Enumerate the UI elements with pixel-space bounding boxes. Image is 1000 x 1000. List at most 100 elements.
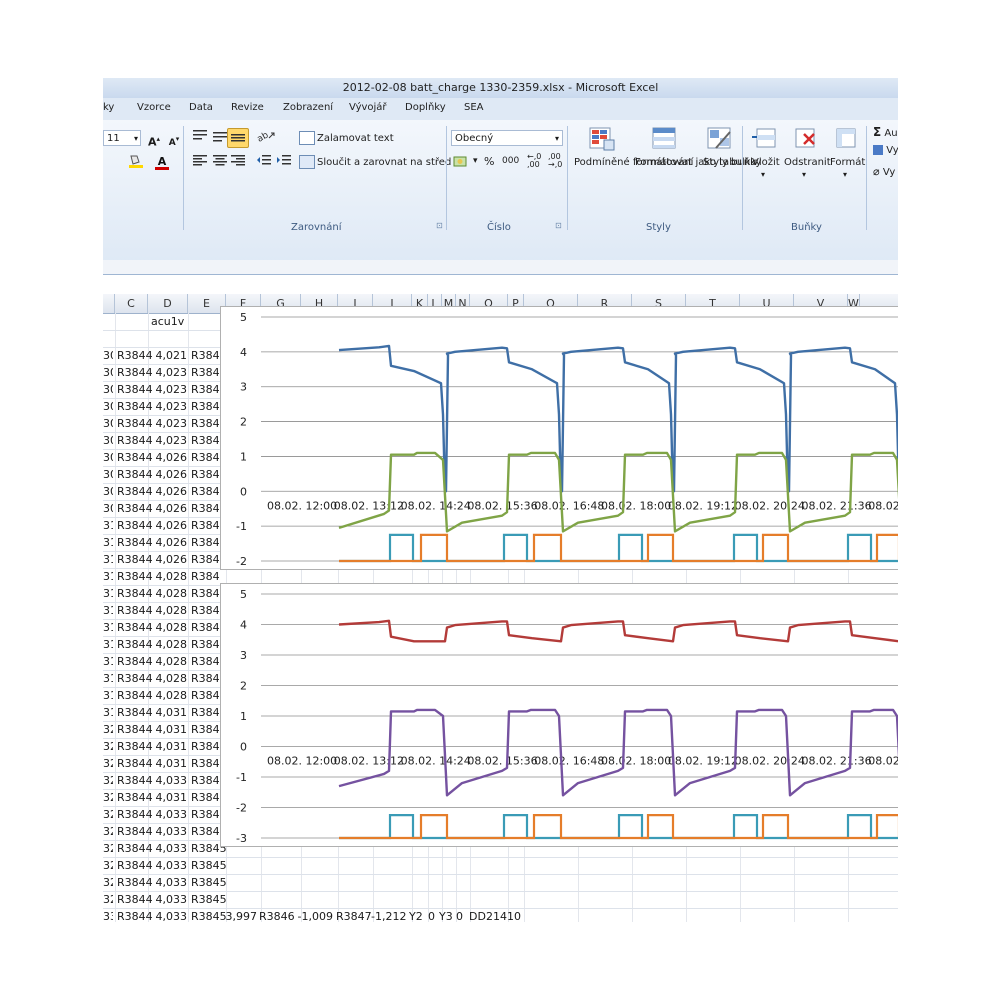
- cell-b[interactable]: 30: [103, 347, 113, 364]
- cell-d[interactable]: 4,033: [151, 806, 188, 823]
- cell-h[interactable]: -1,009: [297, 908, 333, 922]
- cell-c[interactable]: R3844: [117, 364, 153, 381]
- tab-formulas[interactable]: Vzorce: [137, 102, 171, 113]
- cell-c[interactable]: R3844: [117, 381, 153, 398]
- cell-b[interactable]: 30: [103, 364, 113, 381]
- chevron-down-icon[interactable]: ▾: [802, 170, 806, 179]
- cell-c[interactable]: R3844: [117, 891, 153, 908]
- cell-d[interactable]: 4,026: [151, 500, 188, 517]
- cell-e[interactable]: R384: [191, 483, 220, 500]
- dialog-launcher-icon[interactable]: ⊡: [436, 221, 443, 230]
- cell-b[interactable]: 30: [103, 483, 113, 500]
- cell-styles-icon[interactable]: [706, 126, 734, 152]
- cell-c[interactable]: R3844: [117, 823, 153, 840]
- cell-d[interactable]: 4,031: [151, 721, 188, 738]
- clear-button[interactable]: ⌀ Vy: [873, 165, 895, 178]
- tab-developer[interactable]: Vývojář: [349, 102, 387, 113]
- cell-d[interactable]: 4,023: [151, 381, 188, 398]
- format-button[interactable]: Formát: [830, 157, 865, 168]
- dialog-launcher-icon[interactable]: ⊡: [555, 221, 562, 230]
- cell-b[interactable]: 32: [103, 806, 113, 823]
- cell-p[interactable]: 10: [507, 908, 521, 922]
- cell-d[interactable]: 4,033: [151, 857, 188, 874]
- cell-b[interactable]: 32: [103, 789, 113, 806]
- cell-e[interactable]: R384: [191, 500, 220, 517]
- merge-center-button[interactable]: Sloučit a zarovnat na střed ▾: [299, 155, 459, 169]
- cell-d[interactable]: 4,028: [151, 602, 188, 619]
- cell-d[interactable]: 4,023: [151, 432, 188, 449]
- shrink-font-icon[interactable]: A▾: [163, 129, 185, 149]
- cell-b[interactable]: 32: [103, 738, 113, 755]
- cell-m[interactable]: Y3: [439, 908, 453, 922]
- cell-e[interactable]: R384: [191, 602, 220, 619]
- cell-c[interactable]: R3844: [117, 857, 153, 874]
- cell-d[interactable]: 4,028: [151, 653, 188, 670]
- cell-e[interactable]: R384: [191, 619, 220, 636]
- cell-e[interactable]: R384: [191, 636, 220, 653]
- cell-d[interactable]: 4,026: [151, 517, 188, 534]
- cell-b[interactable]: 31: [103, 653, 113, 670]
- insert-button[interactable]: Vložit: [752, 157, 780, 168]
- cell-d[interactable]: 4,031: [151, 755, 188, 772]
- grow-font-icon[interactable]: A▴: [143, 129, 165, 149]
- column-header-b[interactable]: [103, 294, 115, 313]
- cell-b[interactable]: 31: [103, 602, 113, 619]
- align-right-icon[interactable]: [227, 152, 249, 172]
- cell-b[interactable]: 31: [103, 534, 113, 551]
- cell-c[interactable]: R3844: [117, 874, 153, 891]
- cell-n[interactable]: 0: [453, 908, 463, 922]
- cell-d[interactable]: 4,031: [151, 704, 188, 721]
- cell-b[interactable]: 32: [103, 823, 113, 840]
- cell-e[interactable]: R384: [191, 415, 220, 432]
- number-format-combo[interactable]: Obecný ▾: [451, 130, 563, 146]
- cell-b[interactable]: 31: [103, 687, 113, 704]
- column-header-d[interactable]: D: [148, 294, 188, 313]
- tab-home[interactable]: ky: [103, 102, 114, 113]
- cell-c[interactable]: R3844: [117, 840, 153, 857]
- decrease-indent-icon[interactable]: [253, 152, 275, 172]
- cell-f[interactable]: 3,997: [223, 908, 258, 922]
- format-table-icon[interactable]: [651, 126, 679, 152]
- cell-b[interactable]: 32: [103, 857, 113, 874]
- cell-c[interactable]: R3844: [117, 551, 153, 568]
- cell-b[interactable]: 30: [103, 415, 113, 432]
- cell-d[interactable]: 4,026: [151, 449, 188, 466]
- cell-b[interactable]: 30: [103, 500, 113, 517]
- cell-d[interactable]: 4,033: [151, 840, 188, 857]
- increase-indent-icon[interactable]: [273, 152, 295, 172]
- align-top-icon[interactable]: [189, 128, 211, 148]
- currency-icon[interactable]: [451, 153, 473, 173]
- cell-c[interactable]: R3844: [117, 721, 153, 738]
- cell-d[interactable]: 4,023: [151, 398, 188, 415]
- cell-d[interactable]: 4,026: [151, 551, 188, 568]
- cell-d[interactable]: 4,028: [151, 568, 188, 585]
- cell-c[interactable]: R3844: [117, 738, 153, 755]
- chevron-down-icon[interactable]: ▾: [761, 170, 765, 179]
- column-header-c[interactable]: C: [115, 294, 148, 313]
- cell-d[interactable]: 4,031: [151, 738, 188, 755]
- font-size-combo[interactable]: 11 ▾: [103, 130, 141, 146]
- cell-c[interactable]: R3844: [117, 704, 153, 721]
- fill-color-icon[interactable]: [125, 152, 147, 172]
- cell-d[interactable]: 4,026: [151, 466, 188, 483]
- cell-c[interactable]: R3844: [117, 755, 153, 772]
- delete-button[interactable]: Odstranit: [784, 157, 831, 168]
- cell-d[interactable]: 4,028: [151, 585, 188, 602]
- tab-data[interactable]: Data: [189, 102, 213, 113]
- cell-c[interactable]: R3844: [117, 687, 153, 704]
- thousands-button[interactable]: 000: [502, 156, 519, 166]
- cell-d[interactable]: 4,023: [151, 415, 188, 432]
- orientation-icon[interactable]: ab: [255, 128, 277, 148]
- tab-review[interactable]: Revize: [231, 102, 264, 113]
- cell-b[interactable]: 30: [103, 466, 113, 483]
- cell-c[interactable]: R3844: [117, 398, 153, 415]
- cell-b[interactable]: 32: [103, 721, 113, 738]
- format-table-button[interactable]: Formátovat jako tabulku: [635, 157, 756, 169]
- cell-e[interactable]: R384: [191, 534, 220, 551]
- align-left-icon[interactable]: [189, 152, 211, 172]
- cell-j[interactable]: -1,212: [371, 908, 406, 922]
- chart-acu2[interactable]: 543210-1-2-308.02. 12:0008.02. 13:1208.0…: [220, 583, 898, 847]
- delete-cells-icon[interactable]: [792, 126, 820, 152]
- cell-styles-button[interactable]: Styly buňky: [703, 157, 761, 169]
- cell-c[interactable]: R3844: [117, 534, 153, 551]
